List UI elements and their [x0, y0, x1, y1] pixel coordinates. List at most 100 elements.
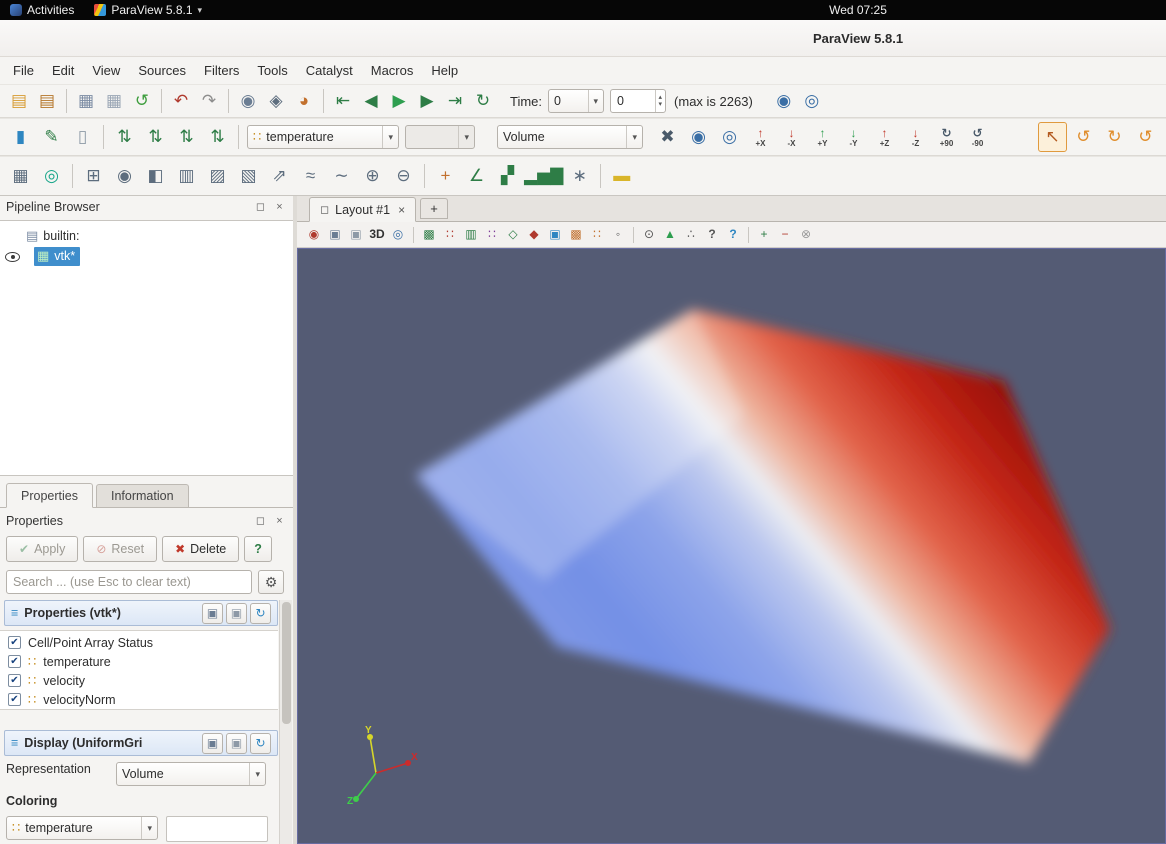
interactive-select-cells-icon[interactable]: ▩ [567, 226, 585, 244]
spin-up-icon[interactable]: ▴ [659, 94, 663, 101]
reset-session-icon[interactable]: ↺ [129, 88, 155, 114]
component-combo[interactable]: ▾ [405, 125, 475, 149]
menu-view[interactable]: View [83, 59, 129, 82]
close-dock-icon[interactable]: × [272, 514, 287, 529]
python-calculator-icon[interactable]: ∗ [565, 161, 594, 191]
contour-icon[interactable]: ◉ [110, 161, 139, 191]
menu-help[interactable]: Help [422, 59, 467, 82]
help-button[interactable]: ? [244, 536, 272, 562]
zoom-to-selection-icon[interactable]: ◎ [799, 88, 825, 114]
reset-button[interactable]: ⊘ Reset [83, 536, 157, 562]
tab-properties[interactable]: Properties [6, 483, 93, 508]
rescale-to-data-range-icon[interactable]: ⇅ [110, 122, 139, 152]
select-block-icon[interactable]: ▣ [546, 226, 564, 244]
display-section-header[interactable]: ≡ Display (UniformGri ▣▣↻ [4, 730, 278, 756]
copy-properties-icon[interactable]: ▣ [202, 733, 223, 754]
last-frame-icon[interactable]: ⇥ [442, 88, 468, 114]
select-points-on-icon[interactable]: ∷ [441, 226, 459, 244]
catalyst-connect-icon[interactable]: ◈ [263, 88, 289, 114]
rotate-90-ccw-icon[interactable]: ↺-90 [963, 122, 992, 152]
interaction-mode-icon[interactable]: ↖ [1038, 122, 1067, 152]
view-plus-x-icon[interactable]: ↑+X [746, 122, 775, 152]
tab-information[interactable]: Information [96, 484, 189, 507]
pipeline-item-vtk[interactable]: ▦ vtk* [0, 246, 293, 267]
view-minus-z-icon[interactable]: ↓-Z [901, 122, 930, 152]
save-screenshot-icon[interactable]: ▣ [347, 226, 365, 244]
undock-icon[interactable]: ◻ [253, 514, 268, 529]
rescale-temporal-range-icon[interactable]: ⇅ [172, 122, 201, 152]
pipeline-item-builtin[interactable]: ▤ builtin: [0, 225, 293, 246]
apply-button[interactable]: ✔ Apply [6, 536, 78, 562]
first-frame-icon[interactable]: ⇤ [330, 88, 356, 114]
histogram-icon[interactable]: ▂▅▇ [524, 161, 563, 191]
undock-icon[interactable]: ◻ [253, 200, 268, 215]
group-datasets-icon[interactable]: ⊕ [358, 161, 387, 191]
redo-icon[interactable]: ↷ [196, 88, 222, 114]
menu-catalyst[interactable]: Catalyst [297, 59, 362, 82]
reset-defaults-icon[interactable]: ↻ [250, 733, 271, 754]
properties-scrollbar[interactable] [279, 600, 292, 844]
edit-color-map-icon[interactable]: ✎ [37, 122, 66, 152]
zoom-to-data-icon[interactable]: ◉ [771, 88, 797, 114]
activities-button[interactable]: Activities [0, 0, 84, 20]
reset-center-icon[interactable]: ▲ [661, 226, 679, 244]
representation-combo[interactable]: Volume ▾ [497, 125, 643, 149]
array-status-row[interactable]: ✔ Cell/Point Array Status [8, 633, 278, 652]
reset-camera-icon[interactable]: ✖ [653, 122, 682, 152]
menu-file[interactable]: File [4, 59, 43, 82]
menu-macros[interactable]: Macros [362, 59, 423, 82]
edit-selection-icon[interactable]: ? [724, 226, 742, 244]
layout-tab[interactable]: ◻ Layout #1 × [309, 197, 416, 222]
glyph-filter-icon[interactable]: ⇗ [265, 161, 294, 191]
next-frame-icon[interactable]: ▶ [414, 88, 440, 114]
loop-icon[interactable]: ↻ [470, 88, 496, 114]
reset-defaults-icon[interactable]: ↻ [250, 603, 271, 624]
search-options-button[interactable]: ⚙ [258, 570, 284, 594]
extract-subset-icon[interactable]: ▧ [234, 161, 263, 191]
pick-center-icon[interactable]: ⊙ [640, 226, 658, 244]
open-icon[interactable]: ▤ [6, 88, 32, 114]
auto-apply-icon[interactable]: ◉ [235, 88, 261, 114]
color-palette-icon[interactable]: ◕ [291, 88, 317, 114]
query-selection-icon[interactable]: ? [703, 226, 721, 244]
stream-tracer-icon[interactable]: ≈ [296, 161, 325, 191]
coloring-component-combo[interactable] [166, 816, 268, 842]
paste-properties-icon[interactable]: ▣ [226, 733, 247, 754]
properties-section-header[interactable]: ≡ Properties (vtk*) ▣▣↻ [4, 600, 278, 626]
adjust-camera-icon[interactable]: ◉ [305, 226, 323, 244]
select-cells-polygon-icon[interactable]: ◇ [504, 226, 522, 244]
checkbox-checked-icon[interactable]: ✔ [8, 655, 21, 668]
view-minus-x-icon[interactable]: ↓-X [777, 122, 806, 152]
grow-selection-icon[interactable]: + [755, 226, 773, 244]
menu-sources[interactable]: Sources [129, 59, 195, 82]
array-row-velocitynorm[interactable]: ✔ ∷ velocityNorm [8, 690, 278, 709]
warp-icon[interactable]: ∼ [327, 161, 356, 191]
toggle-2d3d-icon[interactable]: 3D [368, 226, 386, 244]
view-plus-z-icon[interactable]: ↑+Z [870, 122, 899, 152]
spin-down-icon[interactable]: ▾ [659, 101, 663, 108]
extract-group-icon[interactable]: ⊖ [389, 161, 418, 191]
array-row-temperature[interactable]: ✔ ∷ temperature [8, 652, 278, 671]
checkbox-checked-icon[interactable]: ✔ [8, 674, 21, 687]
show-color-legend-icon[interactable]: ▮ [6, 122, 35, 152]
previous-frame-icon[interactable]: ◀ [358, 88, 384, 114]
checkbox-checked-icon[interactable]: ✔ [8, 693, 21, 706]
disconnect-icon[interactable]: ▦ [101, 88, 127, 114]
close-dock-icon[interactable]: × [272, 200, 287, 215]
scrollbar-handle[interactable] [282, 602, 291, 724]
slice-icon[interactable]: ▥ [172, 161, 201, 191]
select-points-through-icon[interactable]: ∷ [483, 226, 501, 244]
plot-selection-icon[interactable]: ▞ [493, 161, 522, 191]
camera-orbit-icon[interactable]: ↺ [1069, 122, 1098, 152]
frame-spinbox[interactable]: 0 ▴ ▾ [610, 89, 666, 113]
app-menu-button[interactable]: ParaView 5.8.1 ▾ [84, 0, 212, 20]
representation-value-combo[interactable]: Volume ▾ [116, 762, 266, 786]
save-data-icon[interactable]: ▤ [34, 88, 60, 114]
copy-properties-icon[interactable]: ▣ [202, 603, 223, 624]
select-cells-through-icon[interactable]: ▥ [462, 226, 480, 244]
calculator-icon[interactable]: ⊞ [79, 161, 108, 191]
coloring-array-combo[interactable]: ∷ temperature ▾ [6, 816, 158, 840]
select-cells-on-icon[interactable]: ▩ [420, 226, 438, 244]
undo-icon[interactable]: ↶ [168, 88, 194, 114]
plot-over-line-icon[interactable]: ∠ [462, 161, 491, 191]
